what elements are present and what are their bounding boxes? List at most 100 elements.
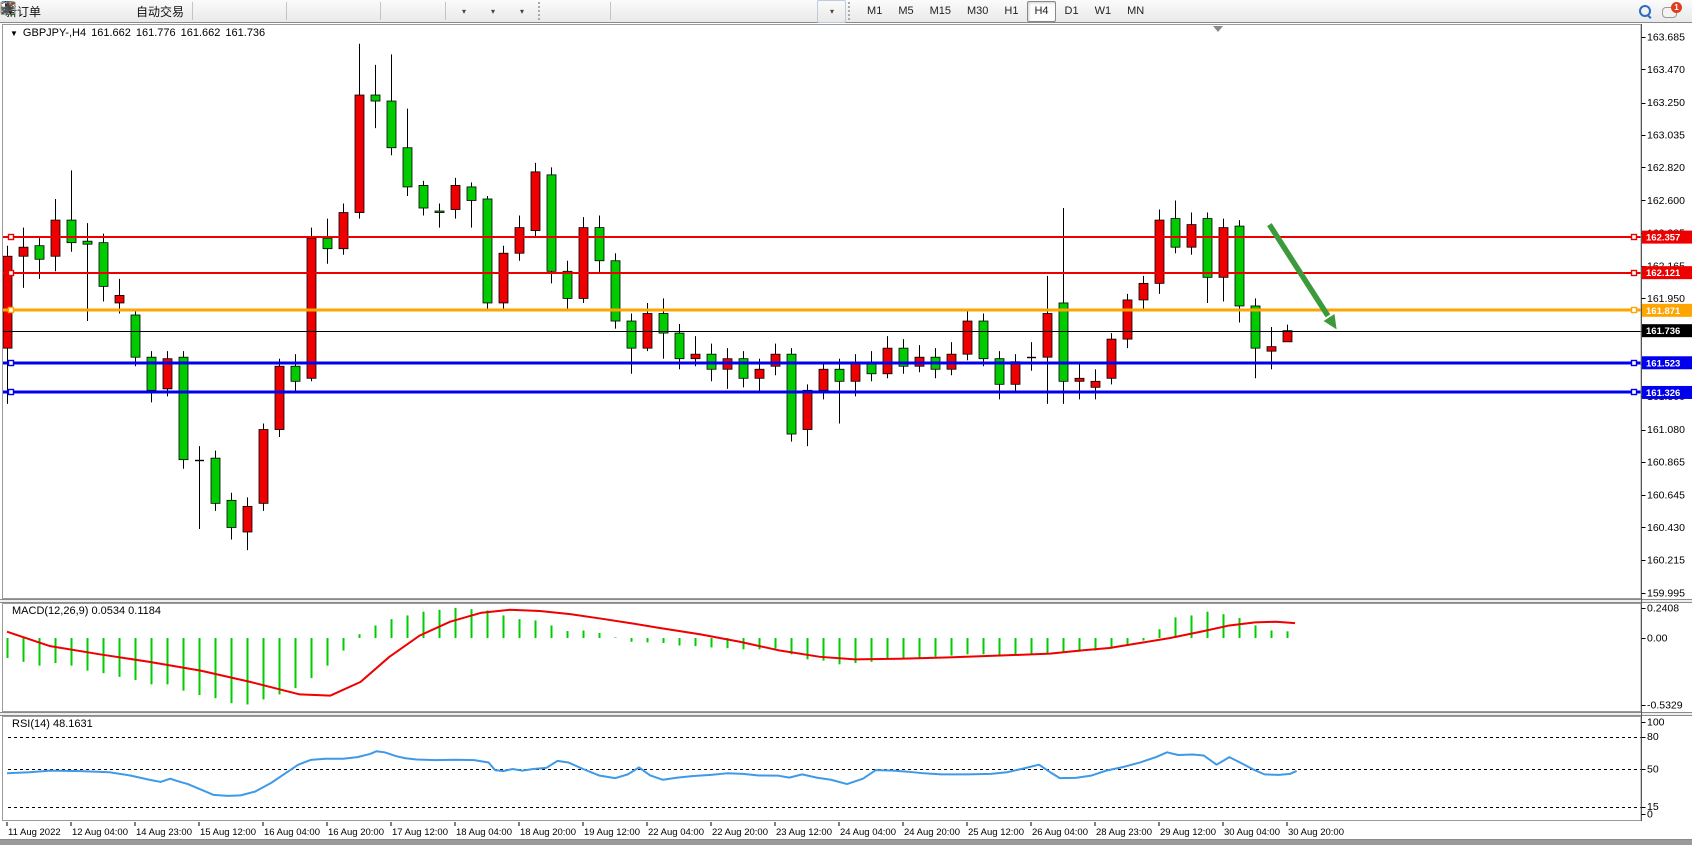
auto-trading-button-label: 自动交易 [136,3,186,20]
trendline-button[interactable] [672,0,701,23]
hline-handle[interactable] [1632,361,1637,366]
toolbar-grip[interactable] [538,2,545,20]
text-label-button[interactable]: T [788,0,817,23]
hline-handle[interactable] [9,361,14,366]
time-tick-label: 24 Aug 20:00 [904,827,960,838]
channel-button[interactable]: E [701,0,730,23]
price-tick-label: 163.035 [1647,129,1685,141]
price-tick-label: 160.215 [1647,554,1685,566]
time-tick-label: 12 Aug 04:00 [72,827,128,838]
time-tick-label: 18 Aug 04:00 [456,827,512,838]
tf-button-MN[interactable]: MN [1120,1,1151,22]
chart-canvas[interactable]: 163.685163.470163.250163.035162.820162.6… [0,0,1692,845]
price-tick-label: 162.820 [1647,162,1685,174]
chevron-down-icon[interactable]: ▾ [830,7,834,16]
search-icon[interactable] [1639,5,1652,18]
time-tick-label: 30 Aug 20:00 [1288,827,1344,838]
tf-button-W1[interactable]: W1 [1088,1,1119,22]
chevron-down-icon[interactable]: ▾ [520,7,524,16]
text-button[interactable]: A [759,0,788,23]
tf-button-M5[interactable]: M5 [891,1,920,22]
macd-tick-label: 0.2408 [1647,602,1679,614]
tile-windows-button[interactable] [348,0,377,23]
rsi-indicator-label: RSI(14) 48.1631 [12,718,93,730]
toolbar-grip[interactable] [848,2,855,20]
tf-button-M30[interactable]: M30 [960,1,995,22]
rsi-tick-label: 0 [1647,809,1653,821]
chart-high: 161.776 [136,27,176,39]
bar-chart-button[interactable] [196,0,225,23]
price-tag-161.326: 161.326 [1642,386,1692,399]
tf-button-M1[interactable]: M1 [860,1,889,22]
crosshair-button[interactable] [578,0,607,23]
chevron-down-icon[interactable]: ▾ [491,7,495,16]
price-tick-label: 162.600 [1647,195,1685,207]
tf-button-H1[interactable]: H1 [997,1,1025,22]
notification-badge: 1 [1671,2,1682,13]
tf-button-D1[interactable]: D1 [1058,1,1086,22]
vertical-line-button[interactable] [614,0,643,23]
notifications-icon[interactable]: 1 [1662,4,1680,19]
svg-text:162.357: 162.357 [1646,233,1680,244]
macd-tick-label: 0.00 [1647,633,1668,645]
rsi-tick-label: 100 [1647,717,1665,729]
hline-handle[interactable] [9,390,14,395]
chevron-down-icon[interactable]: ▾ [462,7,466,16]
toolbar-separator [445,2,446,20]
hline-handle[interactable] [1632,271,1637,276]
zoom-in-button[interactable] [290,0,319,23]
svg-text:161.736: 161.736 [1646,326,1680,337]
time-tick-label: 17 Aug 12:00 [392,827,448,838]
cursor-button[interactable] [549,0,578,23]
chart-shift-button[interactable] [413,0,442,23]
auto-scroll-button[interactable] [384,0,413,23]
auto-trading-button[interactable]: 自动交易 [133,0,189,23]
time-tick-label: 22 Aug 20:00 [712,827,768,838]
time-tick-label: 18 Aug 20:00 [520,827,576,838]
templates-button[interactable]: ▾ [507,0,536,23]
price-tag-161.871: 161.871 [1642,304,1692,317]
chart-open: 161.662 [91,27,131,39]
tf-button-M15[interactable]: M15 [923,1,958,22]
toolbar-separator [610,2,611,20]
periods-button[interactable]: ▾ [478,0,507,23]
time-tick-label: 25 Aug 12:00 [968,827,1024,838]
tf-button-H4[interactable]: H4 [1027,1,1055,22]
hline-handle[interactable] [1632,390,1637,395]
line-chart-button[interactable] [254,0,283,23]
zoom-out-button[interactable] [319,0,348,23]
hline-handle[interactable] [9,271,14,276]
macd-indicator-label: MACD(12,26,9) 0.0534 0.1184 [12,605,161,617]
svg-text:162.121: 162.121 [1646,268,1681,279]
hline-handle[interactable] [1632,308,1637,313]
hline-handle[interactable] [9,308,14,313]
time-tick-label: 24 Aug 04:00 [840,827,896,838]
arrows-button[interactable]: ▾ [817,0,846,23]
styler-button[interactable] [46,0,75,23]
signals-button[interactable] [104,0,133,23]
time-tick-label: 16 Aug 20:00 [328,827,384,838]
market-depth-button[interactable] [75,0,104,23]
arrows-icon [0,0,16,16]
horizontal-line-button[interactable] [643,0,672,23]
time-tick-label: 30 Aug 04:00 [1224,827,1280,838]
price-tag-162.357: 162.357 [1642,231,1692,244]
price-tick-label: 163.685 [1647,32,1685,44]
price-tick-label: 160.865 [1647,456,1685,468]
time-tick-label: 14 Aug 23:00 [136,827,192,838]
time-tick-label: 19 Aug 12:00 [584,827,640,838]
chart-symbol: GBPJPY-,H4 [23,27,86,39]
rsi-tick-label: 80 [1647,731,1659,743]
price-tick-label: 161.950 [1647,293,1685,305]
new-chart-button[interactable]: ▾ [449,0,478,23]
time-tick-label: 23 Aug 12:00 [776,827,832,838]
price-tick-label: 163.470 [1647,64,1685,76]
time-tick-label: 16 Aug 04:00 [264,827,320,838]
hline-handle[interactable] [1632,235,1637,240]
chart-collapse-icon[interactable]: ▼ [10,29,18,38]
hline-handle[interactable] [9,235,14,240]
rsi-tick-label: 50 [1647,764,1659,776]
price-tick-label: 161.080 [1647,424,1685,436]
fibonacci-button[interactable]: F [730,0,759,23]
candlestick-chart-button[interactable] [225,0,254,23]
